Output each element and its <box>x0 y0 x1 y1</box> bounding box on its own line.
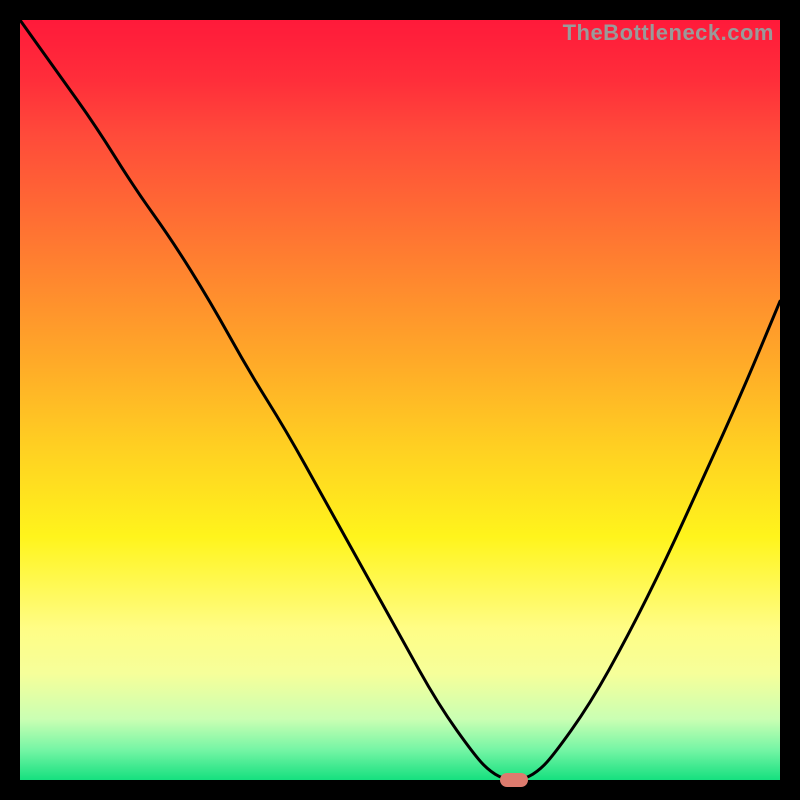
bottleneck-curve <box>20 20 780 780</box>
plot-area: TheBottleneck.com <box>20 20 780 780</box>
chart-frame: TheBottleneck.com <box>0 0 800 800</box>
optimal-marker <box>500 773 528 787</box>
watermark-label: TheBottleneck.com <box>563 20 774 46</box>
